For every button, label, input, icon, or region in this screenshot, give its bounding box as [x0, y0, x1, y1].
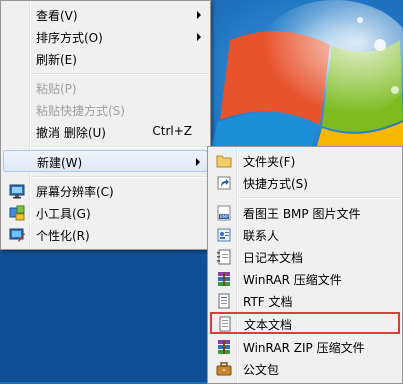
submenu-item-journal-document[interactable]: 日记本文档	[210, 246, 400, 268]
monitor-icon	[9, 184, 25, 199]
submenu-item-folder-label: 文件夹(F)	[243, 155, 296, 169]
menu-item-personalize[interactable]: 个性化(R)	[3, 224, 208, 246]
submenu-item-bmp-image-label: 看图王 BMP 图片文件	[243, 207, 361, 221]
menu-item-new[interactable]: 新建(W)	[3, 150, 208, 172]
menu-item-new-label: 新建(W)	[37, 156, 83, 170]
menu-item-paste-label: 粘贴(P)	[36, 82, 77, 96]
menu-item-undo-delete[interactable]: 撤消 删除(U) Ctrl+Z	[3, 121, 208, 143]
menu-item-paste[interactable]: 粘贴(P)	[3, 77, 208, 99]
desktop-context-menu: 查看(V) 排序方式(O) 刷新(E) 粘贴(P) 粘贴快捷方式(S) 撤消 删…	[0, 0, 211, 250]
journal-document-icon	[217, 249, 231, 265]
submenu-item-winrar-archive-label: WinRAR 压缩文件	[243, 273, 342, 287]
menu-separator	[238, 197, 400, 199]
submenu-item-briefcase[interactable]: 公文包	[210, 358, 400, 380]
contact-icon	[217, 228, 231, 242]
menu-item-refresh-label: 刷新(E)	[36, 53, 77, 67]
submenu-item-journal-document-label: 日记本文档	[243, 251, 304, 265]
submenu-item-contact-label: 联系人	[243, 229, 280, 243]
submenu-item-rtf-document[interactable]: RTF 文档	[210, 290, 400, 312]
menu-item-view-label: 查看(V)	[36, 9, 78, 23]
submenu-item-shortcut[interactable]: 快捷方式(S)	[210, 172, 400, 194]
menu-separator	[31, 146, 208, 148]
menu-item-gadgets[interactable]: 小工具(G)	[3, 202, 208, 224]
submenu-arrow-icon	[197, 33, 201, 41]
menu-item-sort-by[interactable]: 排序方式(O)	[3, 26, 208, 48]
submenu-item-folder[interactable]: 文件夹(F)	[210, 150, 400, 172]
shortcut-arrow-icon	[217, 176, 231, 190]
menu-item-refresh[interactable]: 刷新(E)	[3, 48, 208, 70]
submenu-item-briefcase-label: 公文包	[243, 363, 280, 377]
menu-item-view[interactable]: 查看(V)	[3, 4, 208, 26]
menu-separator	[31, 176, 208, 178]
submenu-item-winrar-archive[interactable]: WinRAR 压缩文件	[210, 268, 400, 290]
submenu-arrow-icon	[197, 11, 201, 19]
menu-item-paste-shortcut-label: 粘贴快捷方式(S)	[36, 104, 125, 118]
submenu-item-text-document[interactable]: 文本文档	[210, 312, 400, 334]
winrar-zip-archive-icon	[218, 340, 230, 354]
windows-logo-wallpaper	[210, 0, 403, 150]
submenu-item-contact[interactable]: 联系人	[210, 224, 400, 246]
svg-text:BMP: BMP	[220, 214, 229, 219]
undo-shortcut-key: Ctrl+Z	[152, 124, 192, 138]
submenu-item-bmp-image[interactable]: BMP 看图王 BMP 图片文件	[210, 202, 400, 224]
rtf-document-icon	[218, 293, 230, 309]
bmp-image-icon: BMP	[217, 205, 231, 221]
submenu-item-winrar-zip-archive-label: WinRAR ZIP 压缩文件	[243, 341, 365, 355]
menu-item-screen-resolution[interactable]: 屏幕分辨率(C)	[3, 180, 208, 202]
submenu-item-shortcut-label: 快捷方式(S)	[243, 177, 308, 191]
winrar-archive-icon	[218, 272, 230, 286]
new-submenu: 文件夹(F) 快捷方式(S) BMP 看图王 BMP 图片文件 联系人 日记本文…	[207, 146, 403, 384]
menu-item-paste-shortcut[interactable]: 粘贴快捷方式(S)	[3, 99, 208, 121]
menu-item-undo-delete-label: 撤消 删除(U)	[36, 126, 106, 140]
menu-separator	[31, 73, 208, 75]
submenu-item-winrar-zip-archive[interactable]: WinRAR ZIP 压缩文件	[210, 336, 400, 358]
personalize-icon	[9, 228, 25, 242]
briefcase-icon	[216, 362, 232, 376]
menu-item-gadgets-label: 小工具(G)	[36, 207, 91, 221]
menu-item-screen-resolution-label: 屏幕分辨率(C)	[36, 185, 114, 199]
menu-item-sort-by-label: 排序方式(O)	[36, 31, 103, 45]
submenu-item-text-document-label: 文本文档	[244, 318, 293, 332]
menu-item-personalize-label: 个性化(R)	[36, 229, 90, 243]
gadgets-icon	[9, 205, 25, 221]
submenu-item-rtf-document-label: RTF 文档	[243, 295, 293, 309]
submenu-arrow-icon	[196, 158, 200, 166]
folder-icon	[216, 155, 232, 168]
text-document-icon	[219, 316, 231, 332]
